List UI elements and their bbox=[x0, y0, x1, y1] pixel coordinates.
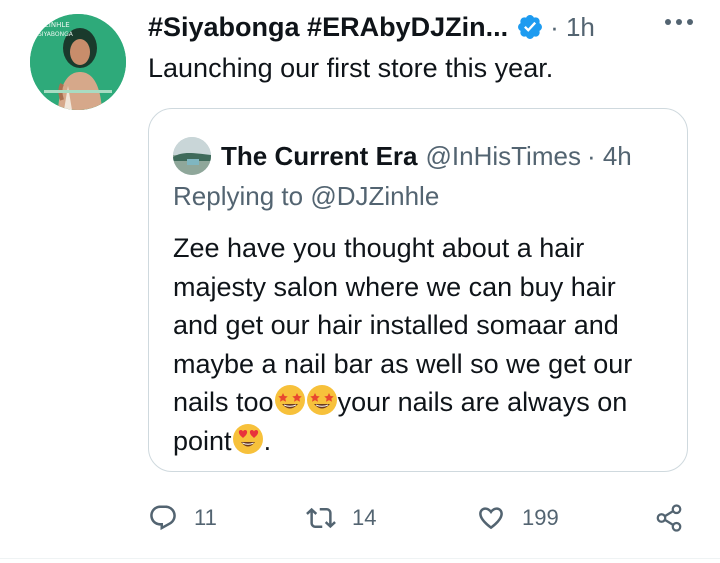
quoted-line: majesty salon where we can buy hair bbox=[173, 271, 616, 302]
share-icon bbox=[656, 504, 682, 532]
reply-button[interactable]: 11 bbox=[148, 498, 217, 538]
quoted-line: maybe a nail bar as well so we get our bbox=[173, 348, 633, 379]
avatar-text-top: ZINHLE bbox=[44, 21, 70, 29]
like-count: 199 bbox=[522, 505, 559, 530]
tweet-time[interactable]: · 1h bbox=[550, 12, 595, 43]
more-icon[interactable] bbox=[654, 4, 704, 40]
verified-badge-icon bbox=[518, 15, 543, 39]
replying-label: Replying to bbox=[173, 181, 304, 211]
avatar-image: ZINHLE SIYABONGA bbox=[30, 14, 126, 110]
tweet-text: Launching our first store this year. bbox=[148, 53, 554, 83]
quoted-line: Zee have you thought about a hair bbox=[173, 233, 585, 263]
replying-to: Replying to @DJZinhle bbox=[173, 181, 439, 212]
like-icon bbox=[479, 507, 503, 530]
replying-to-handle[interactable]: @DJZinhle bbox=[310, 181, 439, 211]
quoted-tweet-card[interactable]: The Current Era @InHisTimes · 4h Replyin… bbox=[148, 108, 688, 472]
retweet-button[interactable]: 14 bbox=[306, 498, 376, 538]
quoted-line-5a: nails too bbox=[173, 387, 274, 417]
quoted-display-name[interactable]: The Current Era bbox=[221, 141, 418, 172]
reply-count: 11 bbox=[194, 505, 217, 530]
share-button[interactable] bbox=[654, 498, 700, 538]
divider bbox=[0, 558, 720, 559]
reply-icon bbox=[150, 505, 176, 531]
star-struck-emoji bbox=[306, 385, 337, 415]
quoted-line-6a: point bbox=[173, 425, 232, 456]
quoted-line: point. bbox=[173, 422, 673, 461]
quoted-line-5b: your nails are always on bbox=[337, 387, 628, 417]
star-struck-emoji bbox=[274, 385, 305, 415]
heart-eyes-emoji bbox=[232, 423, 263, 454]
quoted-line-6b: . bbox=[263, 425, 272, 456]
retweet-icon bbox=[306, 507, 336, 529]
tweet-actions: 11 14 199 bbox=[148, 498, 708, 538]
quoted-line: and get our hair installed somaar and bbox=[173, 310, 619, 340]
quoted-text: Zee have you thought about a hair majest… bbox=[173, 229, 673, 460]
quoted-handle[interactable]: @InHisTimes bbox=[426, 141, 581, 172]
quoted-time[interactable]: · 4h bbox=[587, 141, 632, 172]
tweet-header: #Siyabonga #ERAbyDJZin... · 1h bbox=[148, 10, 595, 44]
author-display-name[interactable]: #Siyabonga #ERAbyDJZin... bbox=[148, 12, 508, 43]
author-avatar[interactable]: ZINHLE SIYABONGA bbox=[30, 14, 126, 110]
avatar-text-sub: SIYABONGA bbox=[38, 31, 74, 38]
quoted-line: nails too your nails are always on bbox=[173, 383, 673, 422]
quoted-avatar bbox=[173, 137, 211, 175]
retweet-count: 14 bbox=[352, 505, 377, 530]
like-button[interactable]: 199 bbox=[476, 498, 559, 538]
quoted-header: The Current Era @InHisTimes · 4h bbox=[173, 137, 632, 175]
